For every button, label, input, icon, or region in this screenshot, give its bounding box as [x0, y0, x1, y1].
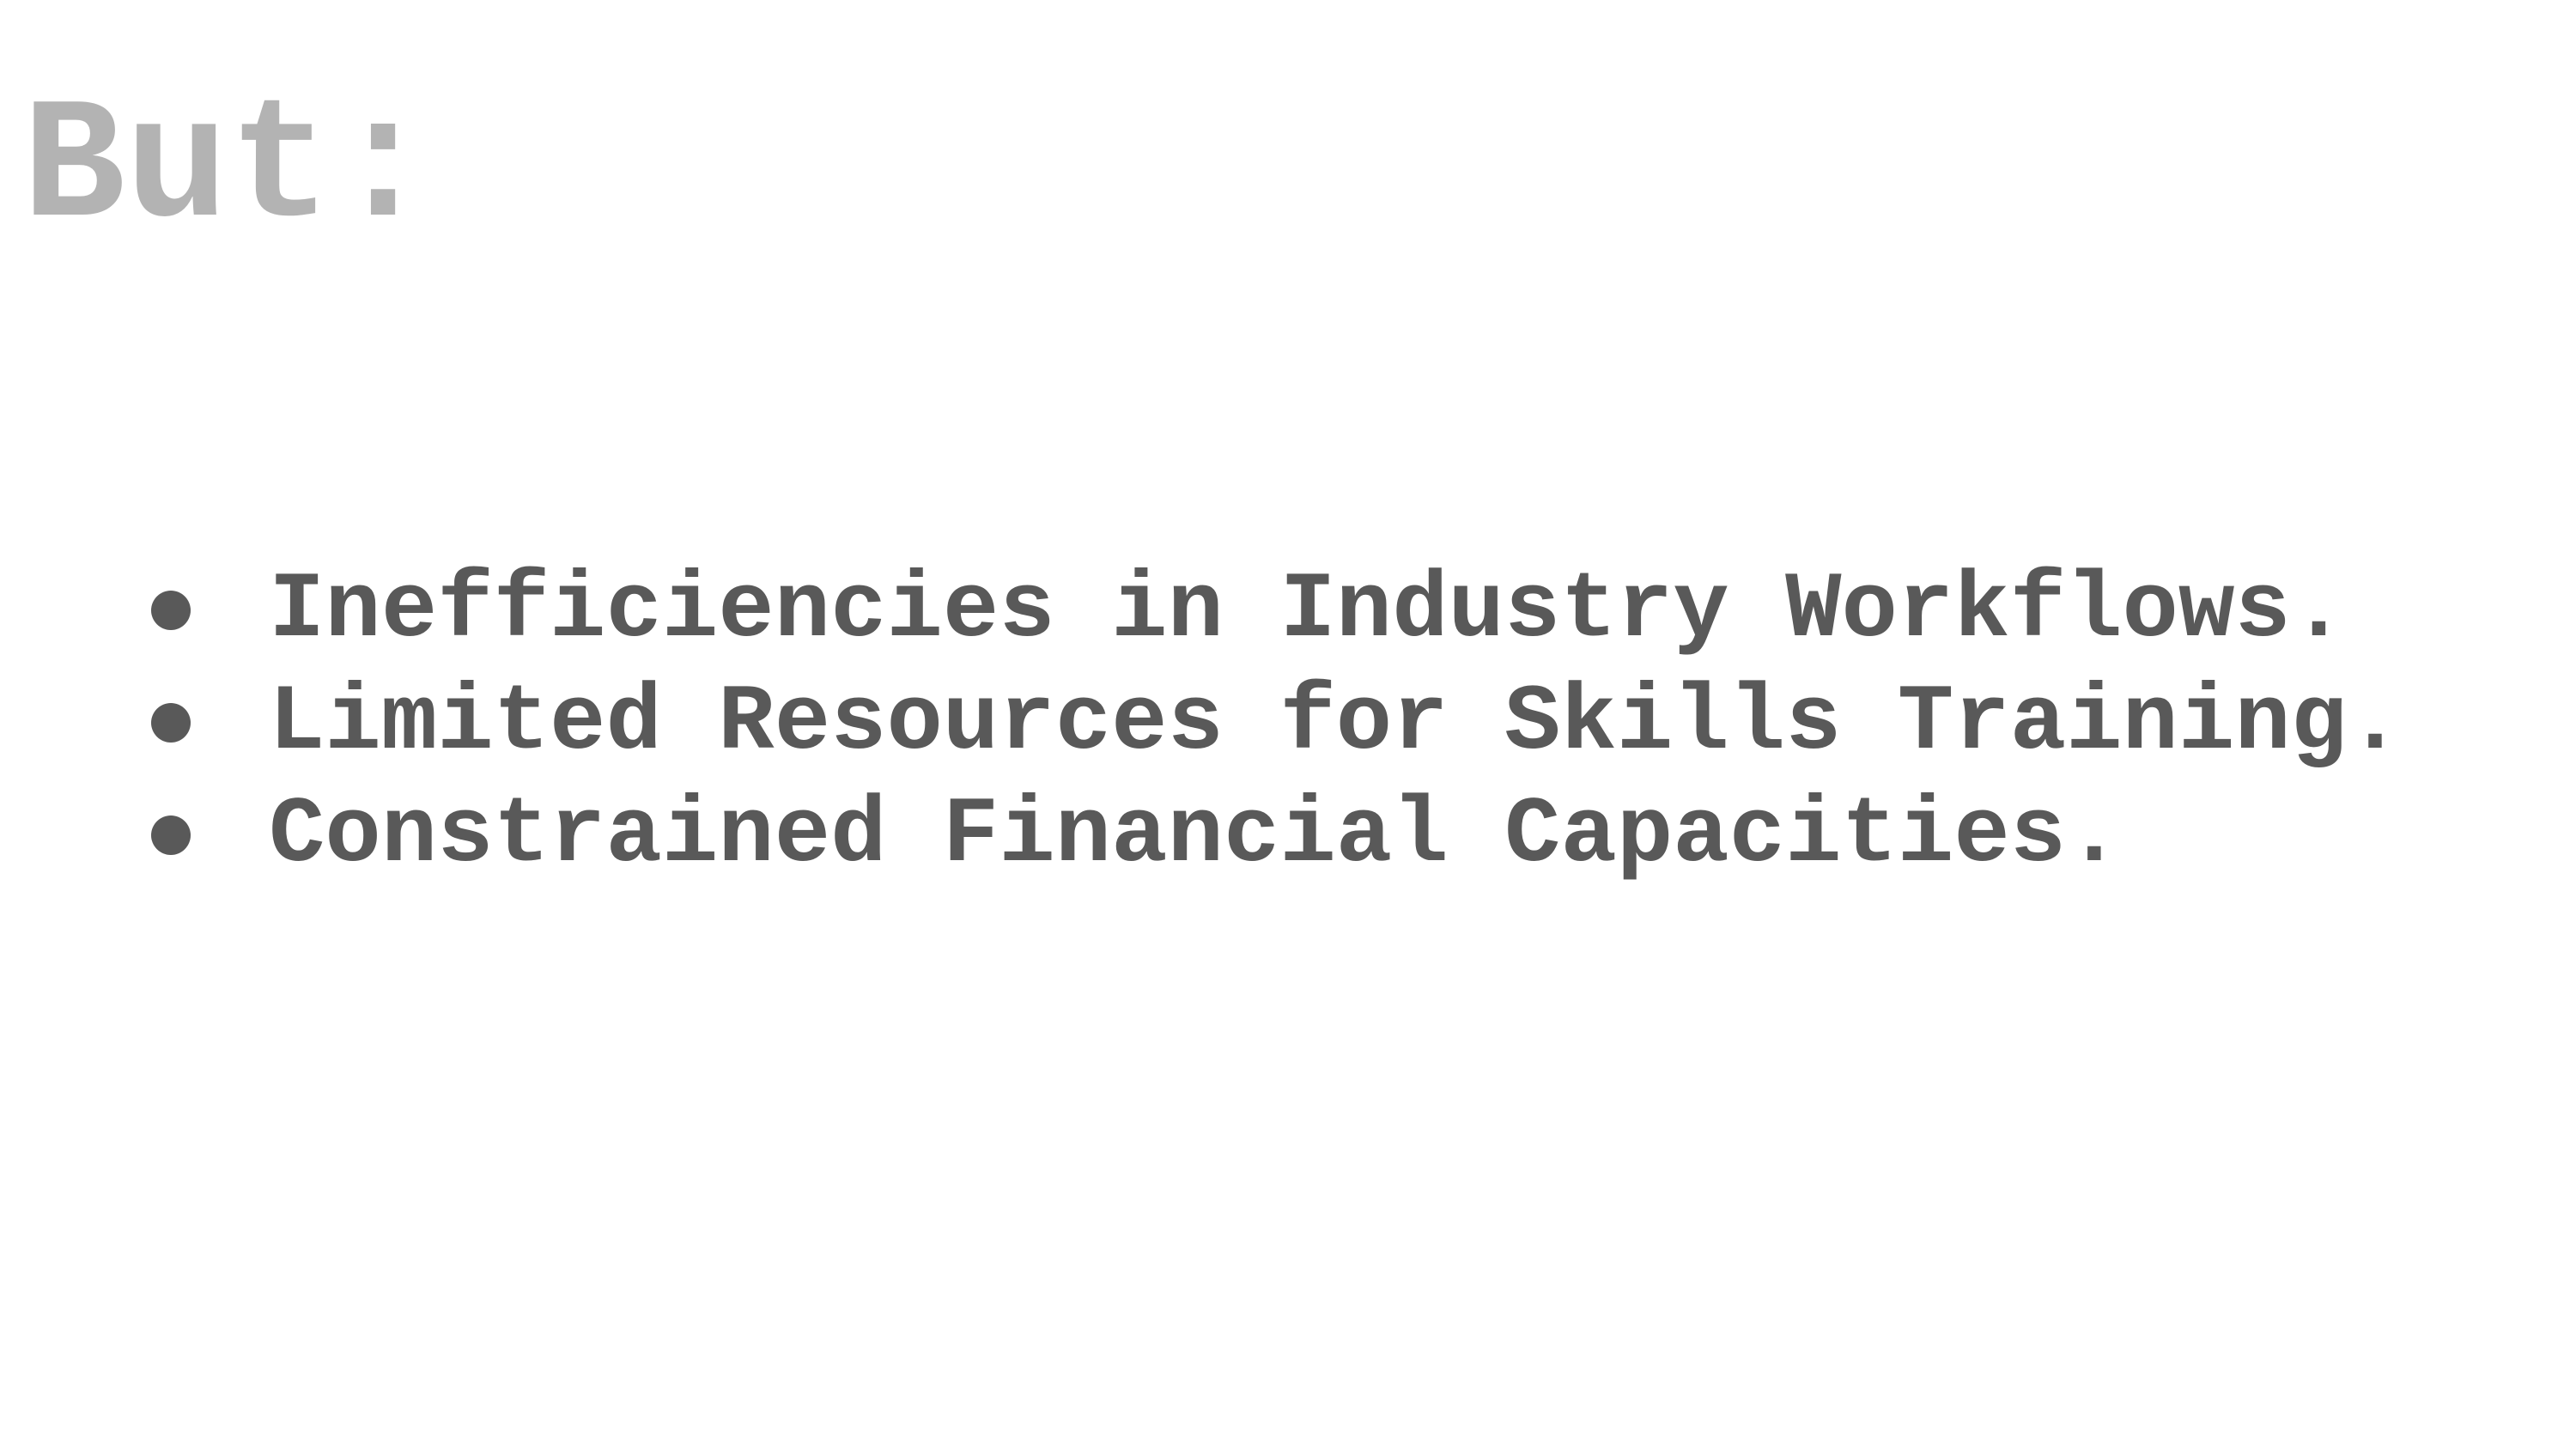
- bullet-icon: [151, 591, 191, 630]
- slide: But: Inefficiencies in Industry Workflow…: [0, 0, 2576, 1449]
- slide-title: But:: [22, 72, 435, 267]
- bullet-text: Inefficiencies in Industry Workflows.: [269, 557, 2348, 664]
- bullet-text: Limited Resources for Skills Training.: [269, 670, 2403, 776]
- bullet-icon: [151, 703, 191, 743]
- bullet-icon: [151, 815, 191, 855]
- bullet-text: Constrained Financial Capacities.: [269, 782, 2123, 888]
